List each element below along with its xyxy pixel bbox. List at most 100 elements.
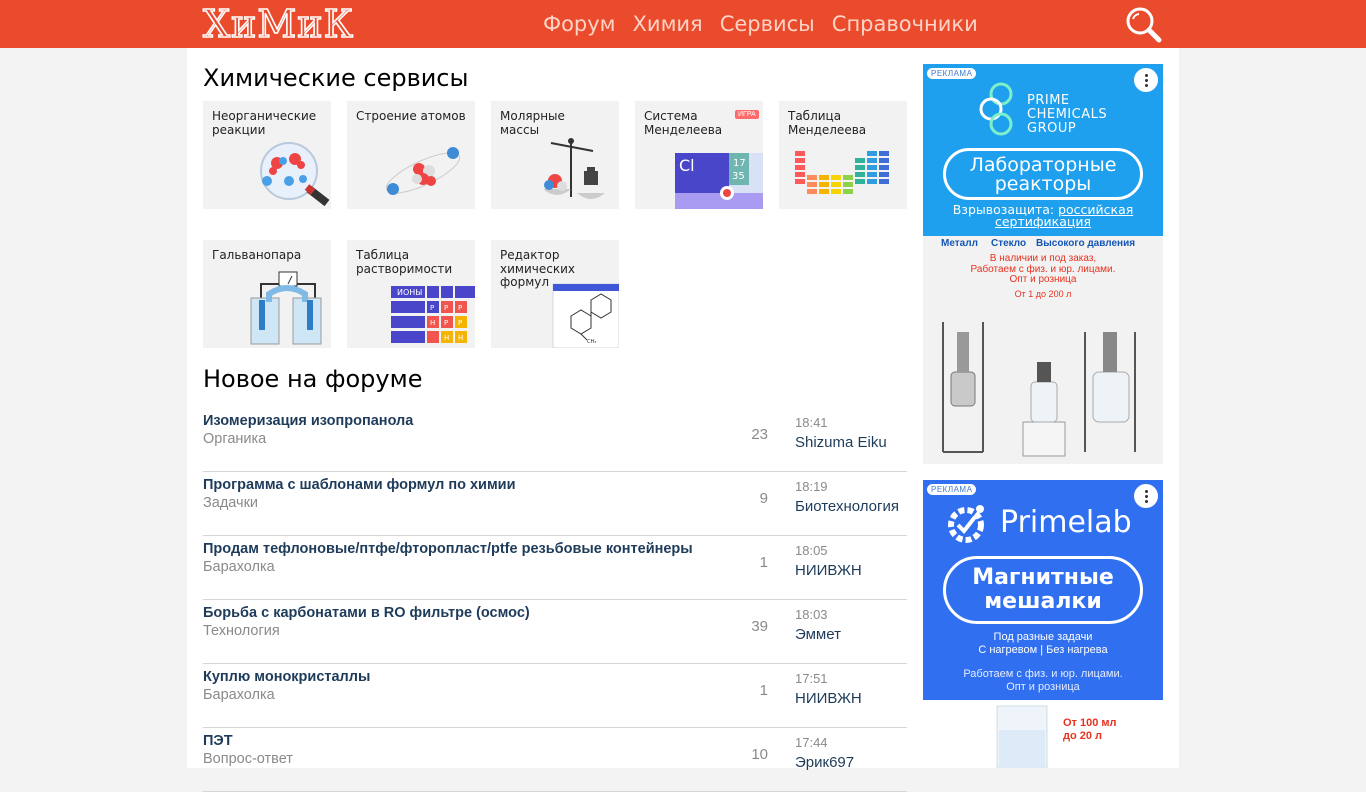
- topic-reply-count: 23: [751, 426, 768, 443]
- service-card-galvanic-pair[interactable]: Гальванопара: [203, 240, 331, 348]
- topic-author-link[interactable]: НИИВЖН: [795, 562, 862, 579]
- ad-volume: От 1 до 200 л: [1014, 289, 1072, 299]
- periodic-cell: [795, 179, 805, 184]
- galvanic-cell-icon: [250, 271, 322, 345]
- periodic-cell: [879, 172, 889, 177]
- topic-category-link[interactable]: Барахолка: [203, 559, 275, 575]
- ad-brand: Primelab: [1000, 505, 1132, 540]
- beaker-image: [996, 705, 1048, 768]
- service-card-molar-mass[interactable]: Молярные массы: [491, 101, 619, 209]
- topic-author-link[interactable]: Биотехнология: [795, 498, 899, 515]
- topic-category-link[interactable]: Вопрос-ответ: [203, 751, 293, 767]
- sol-cell: Н: [458, 334, 463, 342]
- topic-title-link[interactable]: ПЭТ: [203, 733, 233, 749]
- forum-topic-row: Борьба с карбонатами в RO фильтре (осмос…: [203, 600, 907, 664]
- scales-icon: [543, 138, 605, 199]
- periodic-element-icon: Cl 17 35: [675, 153, 763, 209]
- periodic-cell: [855, 172, 865, 177]
- ad-options-button[interactable]: [1134, 484, 1158, 508]
- periodic-cell: [819, 175, 829, 180]
- topic-author-link[interactable]: Shizuma Eiku: [795, 434, 887, 451]
- topic-title-link[interactable]: Изомеризация изопропанола: [203, 413, 413, 429]
- ad-headline: Лабораторные реакторы: [943, 148, 1143, 200]
- periodic-cell: [867, 151, 877, 156]
- topic-reply-count: 1: [759, 682, 768, 699]
- primelab-logo-icon: [948, 505, 984, 543]
- topic-time: 17:51: [795, 671, 828, 686]
- element-number: 17: [733, 158, 746, 169]
- prime-chemicals-logo-icon: [979, 82, 1013, 136]
- periodic-cell: [807, 189, 817, 194]
- service-card-periodic-system-game[interactable]: Система Менделеева ИГРА Cl 17 35: [635, 101, 763, 209]
- topic-category-link[interactable]: Органика: [203, 431, 266, 447]
- nav-reference[interactable]: Справочники: [832, 11, 978, 37]
- sol-cell: Р: [444, 319, 448, 327]
- topic-author-link[interactable]: НИИВЖН: [795, 690, 862, 707]
- atom-icon: [385, 147, 461, 195]
- service-card-formula-editor[interactable]: Редактор химических формул CH₃: [491, 240, 619, 348]
- search-icon: [1126, 7, 1162, 43]
- services-title: Химические сервисы: [203, 64, 469, 92]
- ad-text-2: Работаем с физ. и юр. лицами. Опт и розн…: [923, 668, 1163, 694]
- ad-label: РЕКЛАМА: [927, 68, 977, 79]
- topic-title-link[interactable]: Куплю монокристаллы: [203, 669, 370, 685]
- ad-text-line: Работаем с физ. и юр. лицами.: [963, 668, 1123, 680]
- topic-reply-count: 10: [751, 746, 768, 763]
- ad-headline: Магнитные мешалки: [943, 556, 1143, 624]
- topic-category-link[interactable]: Задачки: [203, 495, 258, 511]
- ad-banner-reactors[interactable]: РЕКЛАМА PRIME CHEMICALS GROUP Лабораторн…: [923, 64, 1163, 464]
- periodic-cell: [831, 175, 841, 180]
- ad-banner-stirrers[interactable]: РЕКЛАМА Primelab Магнитные мешалки Под р…: [923, 480, 1163, 768]
- periodic-cell: [879, 179, 889, 184]
- nav-services[interactable]: Сервисы: [720, 11, 815, 37]
- service-card-periodic-table[interactable]: Таблица Менделеева: [779, 101, 907, 209]
- forum-title: Новое на форуме: [203, 365, 423, 393]
- ad-text: Под разные задачи С нагревом | Без нагре…: [923, 631, 1163, 657]
- topic-title-link[interactable]: Программа с шаблонами формул по химии: [203, 477, 516, 493]
- periodic-cell: [807, 175, 817, 180]
- reactor-equipment-image: [942, 322, 1136, 457]
- periodic-cell: [867, 158, 877, 163]
- ad-red-text: В наличии и под заказ, Работаем с физ. и…: [923, 253, 1163, 286]
- element-mass: 35: [732, 171, 745, 182]
- forum-topic-row: Изомеризация изопропанола Органика 23 18:41…: [203, 408, 907, 472]
- ions-label: ИОНЫ: [397, 288, 422, 297]
- ad-options-button[interactable]: [1134, 68, 1158, 92]
- search-button[interactable]: [1123, 5, 1163, 43]
- forum-topic-row: ПЭТ Вопрос-ответ 10 17:44 Эрик697: [203, 728, 907, 792]
- topic-category-link[interactable]: Барахолка: [203, 687, 275, 703]
- periodic-cell: [795, 151, 805, 156]
- periodic-cell: [795, 158, 805, 163]
- solubility-table-icon: ИОНЫ Р Р Р Н Р Р Н Н: [391, 286, 475, 343]
- service-card-inorganic-reactions[interactable]: Неорганические реакции: [203, 101, 331, 209]
- service-card-solubility-table[interactable]: Таблица растворимости ИОНЫ Р Р Р Н Р Р Н…: [347, 240, 475, 348]
- topic-category-link[interactable]: Технология: [203, 623, 280, 639]
- periodic-cell: [855, 158, 865, 163]
- sol-cell: Р: [444, 304, 448, 312]
- ad-volume: От 100 мл до 20 л: [1063, 717, 1117, 742]
- topic-time: 18:03: [795, 607, 828, 622]
- nav-forum[interactable]: Форум: [543, 11, 616, 37]
- top-bar: ХиМиК Форум Химия Сервисы Справочники: [0, 0, 1366, 48]
- topic-reply-count: 9: [759, 490, 768, 507]
- periodic-cell: [819, 189, 829, 194]
- ad-subtitle: Взрывозащита: российская сертификация: [923, 203, 1163, 228]
- forum-topic-row: Куплю монокристаллы Барахолка 1 17:51 НИИВЖН: [203, 664, 907, 728]
- periodic-cell: [867, 179, 877, 184]
- periodic-cell: [843, 182, 853, 187]
- topic-title-link[interactable]: Продам тефлоновые/птфе/фторопласт/ptfe р…: [203, 541, 693, 557]
- ad-label: РЕКЛАМА: [927, 484, 977, 495]
- ad-red-line: В наличии и под заказ,: [989, 253, 1097, 264]
- service-card-atom-structure[interactable]: Строение атомов: [347, 101, 475, 209]
- periodic-cell: [879, 165, 889, 170]
- site-logo[interactable]: ХиМиК: [202, 2, 354, 46]
- topic-time: 18:41: [795, 415, 828, 430]
- topic-author-link[interactable]: Эрик697: [795, 754, 854, 771]
- periodic-cell: [831, 182, 841, 187]
- periodic-cell: [855, 179, 865, 184]
- topic-author-link[interactable]: Эммет: [795, 626, 841, 643]
- topic-title-link[interactable]: Борьба с карбонатами в RO фильтре (осмос…: [203, 605, 530, 621]
- forum-topic-row: Программа с шаблонами формул по химии Зад…: [203, 472, 907, 536]
- nav-chemistry[interactable]: Химия: [633, 11, 703, 37]
- ad-red-line: Опт и розница: [1009, 274, 1077, 285]
